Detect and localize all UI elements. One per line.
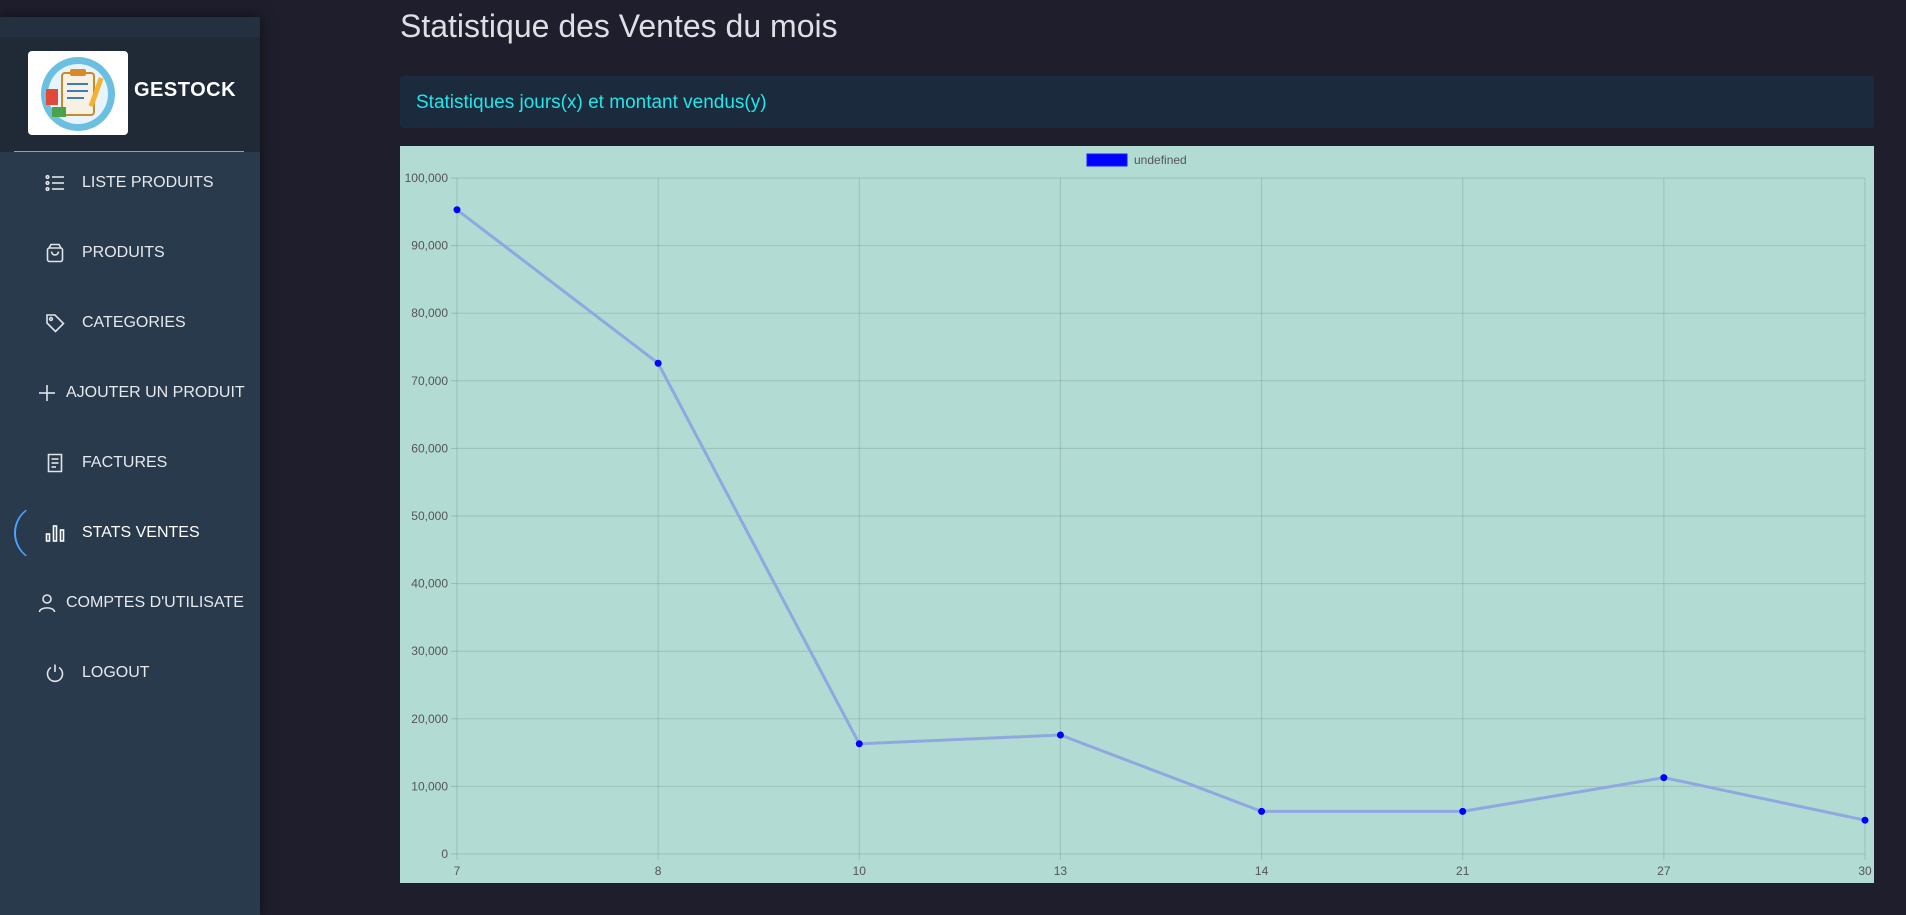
sidebar-item-comptes-utilisateurs[interactable]: COMPTES D'UTILISATE xyxy=(0,578,260,628)
data-point xyxy=(1861,816,1869,824)
data-point xyxy=(1258,807,1266,815)
sidebar-item-categories[interactable]: CATEGORIES xyxy=(0,298,260,348)
series-line xyxy=(456,208,1866,822)
sidebar-item-logout[interactable]: LOGOUT xyxy=(0,648,260,698)
plus-icon xyxy=(36,382,58,404)
data-point xyxy=(1459,807,1467,815)
bar-chart-icon xyxy=(44,522,66,544)
y-tick-label: 50,000 xyxy=(411,509,448,523)
sidebar-item-label: STATS VENTES xyxy=(82,524,200,541)
power-icon xyxy=(44,662,66,684)
y-tick-label: 20,000 xyxy=(411,712,448,726)
data-point xyxy=(855,740,863,748)
brand-divider xyxy=(14,151,244,152)
x-tick-label: 8 xyxy=(655,864,662,878)
sales-chart[interactable]: 0 10,000 20,000 30,000 40,000 50,000 60,000 70,… xyxy=(400,146,1874,883)
y-tick-label: 60,000 xyxy=(411,441,448,455)
sidebar-item-label: AJOUTER UN PRODUIT xyxy=(66,384,245,401)
data-point xyxy=(1660,774,1668,782)
x-tick-label: 7 xyxy=(454,864,461,878)
tag-icon xyxy=(44,312,66,334)
x-tick-label: 10 xyxy=(853,864,867,878)
y-tick-label: 70,000 xyxy=(411,374,448,388)
y-tick-label: 30,000 xyxy=(411,644,448,658)
sidebar-item-factures[interactable]: FACTURES xyxy=(0,438,260,488)
data-point xyxy=(453,206,461,214)
sidebar-item-ajouter-un-produit[interactable]: AJOUTER UN PRODUIT xyxy=(0,368,260,418)
sidebar-item-label: LISTE PRODUITS xyxy=(82,174,214,191)
data-point xyxy=(654,359,662,367)
legend-label: undefined xyxy=(1134,153,1187,167)
sidebar-item-stats-ventes[interactable]: STATS VENTES xyxy=(0,504,260,562)
sidebar-item-produits[interactable]: PRODUITS xyxy=(0,228,260,278)
list-icon xyxy=(44,172,66,194)
app-name: GESTOCK xyxy=(134,79,237,101)
y-tick-label: 0 xyxy=(441,847,448,861)
sidebar-item-label: COMPTES D'UTILISATE xyxy=(66,594,244,611)
x-tick-label: 13 xyxy=(1054,864,1068,878)
x-tick-label: 21 xyxy=(1456,864,1470,878)
shopping-bag-icon xyxy=(44,242,66,264)
sidebar: GESTOCK LISTE PRODUITS PRODUITS CATEGORI… xyxy=(0,17,260,915)
y-tick-label: 90,000 xyxy=(411,239,448,253)
sidebar-item-label: PRODUITS xyxy=(82,244,165,261)
y-tick-label: 10,000 xyxy=(411,779,448,793)
legend-swatch xyxy=(1086,153,1128,167)
x-tick-label: 27 xyxy=(1657,864,1671,878)
sidebar-item-label: FACTURES xyxy=(82,454,168,471)
x-tick-label: 14 xyxy=(1255,864,1269,878)
sidebar-item-label: CATEGORIES xyxy=(82,314,186,331)
receipt-icon xyxy=(44,452,66,474)
app-logo[interactable] xyxy=(28,51,128,135)
y-tick-label: 40,000 xyxy=(411,577,448,591)
data-point xyxy=(1056,731,1064,739)
sidebar-item-liste-produits[interactable]: LISTE PRODUITS xyxy=(0,158,260,208)
y-tick-label: 100,000 xyxy=(405,171,449,185)
sidebar-item-label: LOGOUT xyxy=(82,664,150,681)
x-tick-label: 30 xyxy=(1858,864,1872,878)
sales-line-chart: 0 10,000 20,000 30,000 40,000 50,000 60,000 70,… xyxy=(405,153,1872,878)
user-icon xyxy=(36,592,58,614)
chart-card-header: Statistiques jours(x) et montant vendus(… xyxy=(400,76,1874,128)
sidebar-top-strip xyxy=(0,17,260,37)
chart-card-title: Statistiques jours(x) et montant vendus(… xyxy=(416,92,767,113)
clipboard-logo-icon xyxy=(41,57,115,131)
y-tick-label: 80,000 xyxy=(411,306,448,320)
page-title: Statistique des Ventes du mois xyxy=(400,8,838,44)
